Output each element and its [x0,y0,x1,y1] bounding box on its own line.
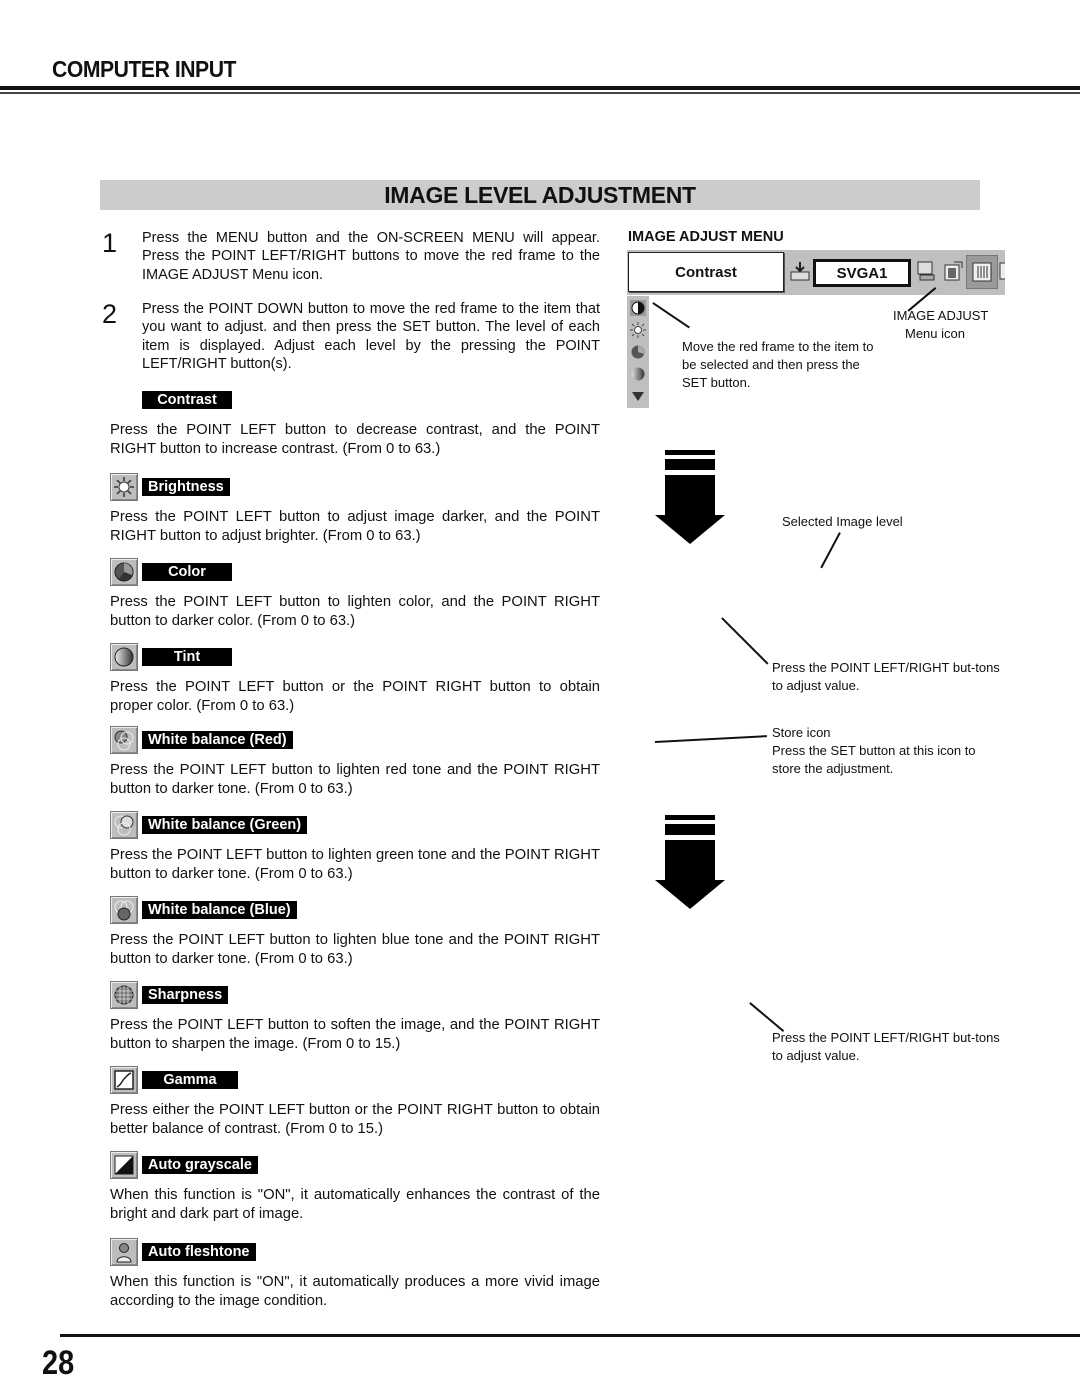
page-heading-bar: IMAGE LEVEL ADJUSTMENT [100,180,980,210]
menu-icon-note-line2: Menu icon [905,326,965,341]
contrast-icon[interactable] [630,300,646,316]
item-white-balance-red: White balance (Red) Press the POINT LEFT… [110,725,600,798]
item-auto-fleshtone: Auto fleshtone When this function is "ON… [110,1237,600,1310]
leader-line [749,1002,785,1032]
item-description: Press the POINT LEFT button to lighten b… [110,932,600,967]
color-icon [110,558,138,586]
input-source-icon[interactable] [789,260,811,282]
store-icon-desc: Press the SET button at this icon to sto… [772,743,976,776]
white-balance-blue-icon [110,896,138,924]
menu-icon-note: IMAGE ADJUST Menu icon [893,307,988,343]
item-brightness: Brightness Press the POINT LEFT button t… [110,472,600,545]
down-arrow-icon [655,450,725,544]
brightness-icon [110,473,138,501]
store-icon-note: Store icon Press the SET button at this … [772,724,1004,778]
item-description: Press either the POINT LEFT button or th… [110,1102,600,1137]
step-1: 1 Press the MENU button and the ON-SCREE… [102,229,600,284]
item-description: Press the POINT LEFT button to adjust im… [110,509,600,544]
menu-sidebar [627,296,649,408]
item-description: Press the POINT LEFT button to decrease … [110,422,600,457]
auto-grayscale-icon [110,1151,138,1179]
item-description: Press the POINT LEFT button to lighten r… [110,762,600,797]
header-rule-thin [0,92,1080,94]
adjust-value-note-2: Press the POINT LEFT/RIGHT but-tons to a… [772,1030,1000,1063]
step-text: Press the MENU button and the ON-SCREEN … [142,230,600,283]
white-balance-red-icon [110,726,138,754]
leader-line [652,302,690,329]
step-number: 2 [102,299,118,329]
menu-bar: Contrast SVGA1 [627,250,1005,295]
item-color: Color Press the POINT LEFT button to lig… [110,557,600,630]
item-description: Press the POINT LEFT button or the POINT… [110,679,600,714]
sharpness-icon [110,981,138,1009]
item-description: Press the POINT LEFT button to soften th… [110,1017,600,1052]
item-label: Auto fleshtone [142,1243,256,1261]
item-tint: Tint Press the POINT LEFT button or the … [110,642,600,715]
auto-fleshtone-icon [110,1238,138,1266]
selected-item-display: Contrast [628,252,784,292]
item-contrast: Contrast Press the POINT LEFT button to … [110,385,600,458]
item-auto-grayscale: Auto grayscale When this function is "ON… [110,1150,600,1223]
item-label: Tint [142,648,232,666]
item-sharpness: Sharpness Press the POINT LEFT button to… [110,980,600,1053]
pc-adjust-icon[interactable] [915,260,937,282]
gamma-icon [110,1066,138,1094]
item-label: Color [142,563,232,581]
item-description: When this function is "ON", it automatic… [110,1187,600,1222]
step-text: Press the POINT DOWN button to move the … [142,301,600,372]
item-label: Contrast [142,391,232,409]
tint-icon [110,643,138,671]
item-label: White balance (Green) [142,816,308,834]
footer-rule [60,1334,1080,1337]
step-number: 1 [102,228,118,258]
item-label: Gamma [142,1071,238,1089]
brightness-icon[interactable] [630,322,646,338]
leader-line [820,532,841,569]
page-number: 28 [42,1344,75,1382]
color-icon[interactable] [630,344,646,360]
section-title: COMPUTER INPUT [52,56,236,82]
source-display: SVGA1 [813,259,911,287]
item-label: Brightness [142,478,230,496]
scroll-down-icon[interactable] [630,388,646,404]
store-icon-title: Store icon [772,725,831,740]
page-heading: IMAGE LEVEL ADJUSTMENT [384,181,696,208]
item-label: Auto grayscale [142,1156,258,1174]
adjust-value-note-1: Press the POINT LEFT/RIGHT but-tons to a… [772,660,1000,693]
step-2: 2 Press the POINT DOWN button to move th… [102,300,600,373]
image-adjust-menu-title: IMAGE ADJUST MENU [628,229,784,245]
selected-level-note: Selected Image level [782,514,903,529]
leader-line [721,617,769,665]
item-label: White balance (Blue) [142,901,297,919]
item-description: Press the POINT LEFT button to lighten g… [110,847,600,882]
item-white-balance-blue: White balance (Blue) Press the POINT LEF… [110,895,600,968]
move-frame-note: Move the red frame to the item to be sel… [682,339,874,390]
item-gamma: Gamma Press either the POINT LEFT button… [110,1065,600,1138]
image-adjust-menu-icon-selected[interactable] [966,255,998,289]
menu-icon-note-line1: IMAGE ADJUST [893,308,989,323]
header-rule [0,86,1080,90]
tint-icon[interactable] [630,366,646,382]
image-select-icon[interactable] [942,260,964,282]
item-label: White balance (Red) [142,731,293,749]
item-label: Sharpness [142,986,229,1004]
down-arrow-icon [655,815,725,909]
image-adjust-icon [972,262,992,282]
item-description: When this function is "ON", it automatic… [110,1274,600,1309]
screen-menu-icon-partial[interactable] [999,260,1005,282]
item-description: Press the POINT LEFT button to lighten c… [110,594,600,629]
white-balance-green-icon [110,811,138,839]
item-white-balance-green: White balance (Green) Press the POINT LE… [110,810,600,883]
leader-line [654,735,767,743]
